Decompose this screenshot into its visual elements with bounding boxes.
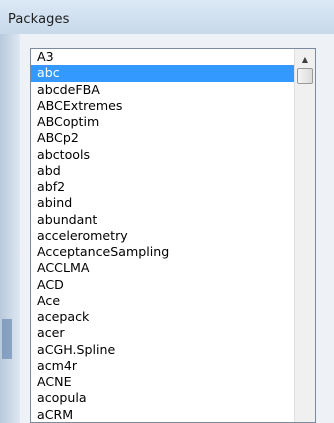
list-item[interactable]: AcceptanceSampling: [31, 244, 294, 260]
list-item[interactable]: abundant: [31, 212, 294, 228]
list-item[interactable]: ACNE: [31, 374, 294, 390]
list-item[interactable]: abd: [31, 163, 294, 179]
list-item[interactable]: ABCExtremes: [31, 98, 294, 114]
list-item[interactable]: acepack: [31, 309, 294, 325]
list-item[interactable]: acopula: [31, 390, 294, 406]
list-item[interactable]: accelerometry: [31, 228, 294, 244]
list-item[interactable]: acm4r: [31, 358, 294, 374]
list-item[interactable]: aCGH.Spline: [31, 342, 294, 358]
chevron-up-icon[interactable]: ▲: [297, 52, 313, 66]
packages-list[interactable]: A3 abc abcdeFBA ABCExtremes ABCoptim ABCp2 abc…: [31, 49, 294, 423]
vertical-scrollbar[interactable]: ▲: [294, 49, 315, 422]
list-item[interactable]: abcdeFBA: [31, 82, 294, 98]
list-item[interactable]: aCRM: [31, 407, 294, 423]
list-item[interactable]: ABCoptim: [31, 114, 294, 130]
list-item[interactable]: ACCLMA: [31, 260, 294, 276]
packages-window: Packages A3 abc abcdeFBA ABCExtremes ABCopti…: [0, 0, 334, 423]
list-item[interactable]: abc: [31, 65, 294, 82]
list-item[interactable]: abind: [31, 195, 294, 211]
list-item[interactable]: A3: [31, 49, 294, 65]
list-item[interactable]: ACD: [31, 277, 294, 293]
list-item[interactable]: acer: [31, 325, 294, 341]
list-item[interactable]: abf2: [31, 179, 294, 195]
list-item[interactable]: ABCp2: [31, 130, 294, 146]
window-title: Packages: [8, 12, 70, 27]
window-left-border: [0, 34, 20, 423]
scrollbar-thumb[interactable]: [297, 68, 313, 84]
list-item[interactable]: Ace: [31, 293, 294, 309]
list-item[interactable]: abctools: [31, 147, 294, 163]
title-bar[interactable]: Packages: [0, 0, 334, 35]
packages-listbox[interactable]: A3 abc abcdeFBA ABCExtremes ABCoptim ABCp2 abc…: [30, 48, 316, 423]
background-accent: [2, 319, 12, 359]
